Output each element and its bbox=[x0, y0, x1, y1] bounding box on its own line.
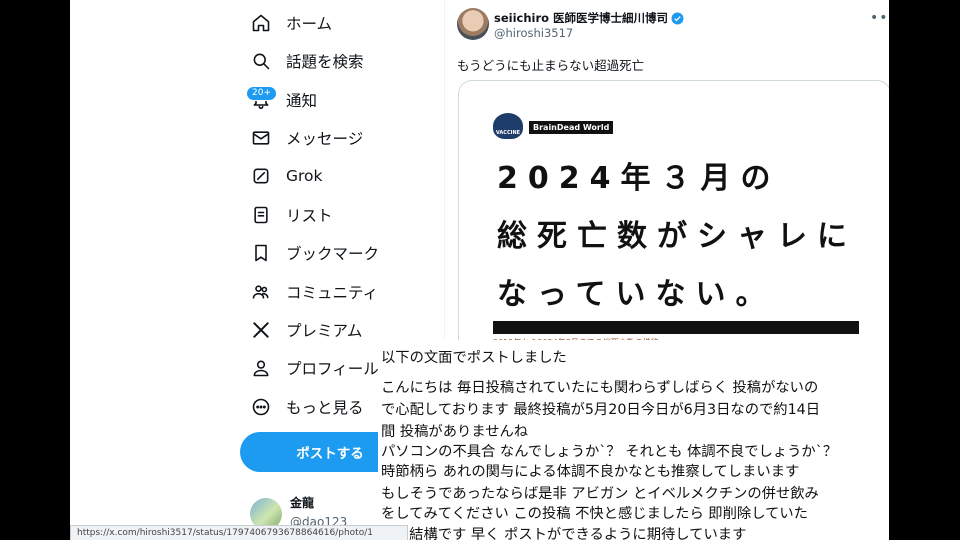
sidebar-item-grok[interactable]: Grok bbox=[250, 161, 323, 191]
person-icon bbox=[250, 357, 272, 379]
sidebar-item-label: コミュニティ bbox=[286, 284, 379, 302]
list-icon bbox=[250, 204, 272, 226]
note-line: 以下の文面でポストしました bbox=[381, 350, 567, 366]
sidebar-item-communities[interactable]: コミュニティ bbox=[250, 277, 378, 307]
vaccine-logo-icon: VACCINE bbox=[493, 113, 523, 139]
sidebar-item-lists[interactable]: リスト bbox=[250, 200, 333, 230]
note-line: いて結構です 早く ポストができるように期待しています bbox=[381, 527, 747, 540]
search-icon bbox=[250, 50, 272, 72]
author-name-row[interactable]: seiichiro 医師医学博士細川博司 bbox=[494, 10, 684, 26]
headline-line-3: なっていない。 bbox=[497, 277, 776, 312]
x-logo-icon bbox=[250, 319, 272, 341]
sidebar-item-label: プロフィール bbox=[286, 360, 379, 378]
sidebar-item-home[interactable]: ホーム bbox=[250, 8, 332, 38]
sidebar-item-bookmarks[interactable]: ブックマーク bbox=[250, 238, 379, 268]
note-line: パソコンの不具合 なんでしょうか`？ それとも 体調不良でしょうか`？ bbox=[381, 444, 838, 460]
tweet-text: もうどうにも止まらない超過死亡 bbox=[457, 58, 645, 73]
mail-icon bbox=[250, 127, 272, 149]
divider-bar bbox=[493, 321, 859, 334]
sidebar-item-label: 通知 bbox=[286, 92, 318, 110]
headline-line-2: 総死亡数がシャレに bbox=[497, 219, 857, 254]
author-handle[interactable]: @hiroshi3517 bbox=[494, 26, 573, 40]
account-name: 金龍 bbox=[290, 496, 315, 510]
more-circle-icon bbox=[250, 396, 272, 418]
status-bar-url: https://x.com/hiroshi3517/status/1797406… bbox=[70, 525, 408, 540]
sidebar-item-profile[interactable]: プロフィール bbox=[250, 353, 379, 383]
home-icon bbox=[250, 12, 272, 34]
note-line: をしてみてください この投稿 不快と感じましたら 即削除していた bbox=[381, 506, 808, 522]
sidebar-item-label: リスト bbox=[286, 207, 333, 225]
sidebar-item-label: 話題を検索 bbox=[286, 53, 364, 71]
notification-count-badge: 20+ bbox=[246, 86, 277, 101]
author-avatar[interactable] bbox=[457, 8, 489, 40]
note-line: で心配しております 最終投稿が5月20日今日が6月3日なので約14日 bbox=[381, 402, 821, 418]
more-options-icon[interactable]: ••• bbox=[870, 10, 889, 26]
sidebar-item-messages[interactable]: メッセージ bbox=[250, 123, 363, 153]
author-name: seiichiro 医師医学博士細川博司 bbox=[494, 11, 669, 25]
sidebar-item-label: Grok bbox=[286, 167, 323, 185]
sidebar-item-label: プレミアム bbox=[286, 322, 363, 340]
sidebar-item-premium[interactable]: プレミアム bbox=[250, 315, 362, 345]
sidebar-item-label: メッセージ bbox=[286, 130, 364, 148]
sidebar-item-explore[interactable]: 話題を検索 bbox=[250, 46, 364, 76]
note-line: こんにちは 毎日投稿されていたにも関わらずしばらく 投稿がないの bbox=[381, 380, 819, 396]
verified-badge-icon bbox=[671, 12, 684, 24]
headline-line-1: 2024年３月の bbox=[497, 161, 781, 196]
note-line: 時節柄ら あれの関与による体調不良かなとも推察してしまいます bbox=[381, 464, 800, 480]
bookmark-icon bbox=[250, 242, 272, 264]
sidebar-item-label: ホーム bbox=[286, 15, 333, 33]
sidebar-item-label: もっと見る bbox=[286, 399, 364, 417]
communities-icon bbox=[250, 281, 272, 303]
overlay-note: 以下の文面でポストしました こんにちは 毎日投稿されていたにも関わらずしばらく … bbox=[378, 340, 889, 540]
sidebar-item-label: ブックマーク bbox=[286, 245, 380, 263]
tweet-media-image[interactable]: VACCINE BrainDead World 2024年３月の 総死亡数がシャ… bbox=[458, 80, 889, 382]
brand-tag: BrainDead World bbox=[529, 121, 614, 134]
sidebar-item-more[interactable]: もっと見る bbox=[250, 392, 364, 422]
app-window: ホーム 話題を検索 通知 20+ メッセージ Grok リスト ブックマーク コ… bbox=[70, 0, 889, 540]
note-line: もしそうであったならば是非 アビガン とイベルメクチンの併せ飲み bbox=[381, 486, 819, 502]
note-line: 間 投稿がありませんね bbox=[381, 424, 529, 440]
grok-icon bbox=[250, 165, 272, 187]
